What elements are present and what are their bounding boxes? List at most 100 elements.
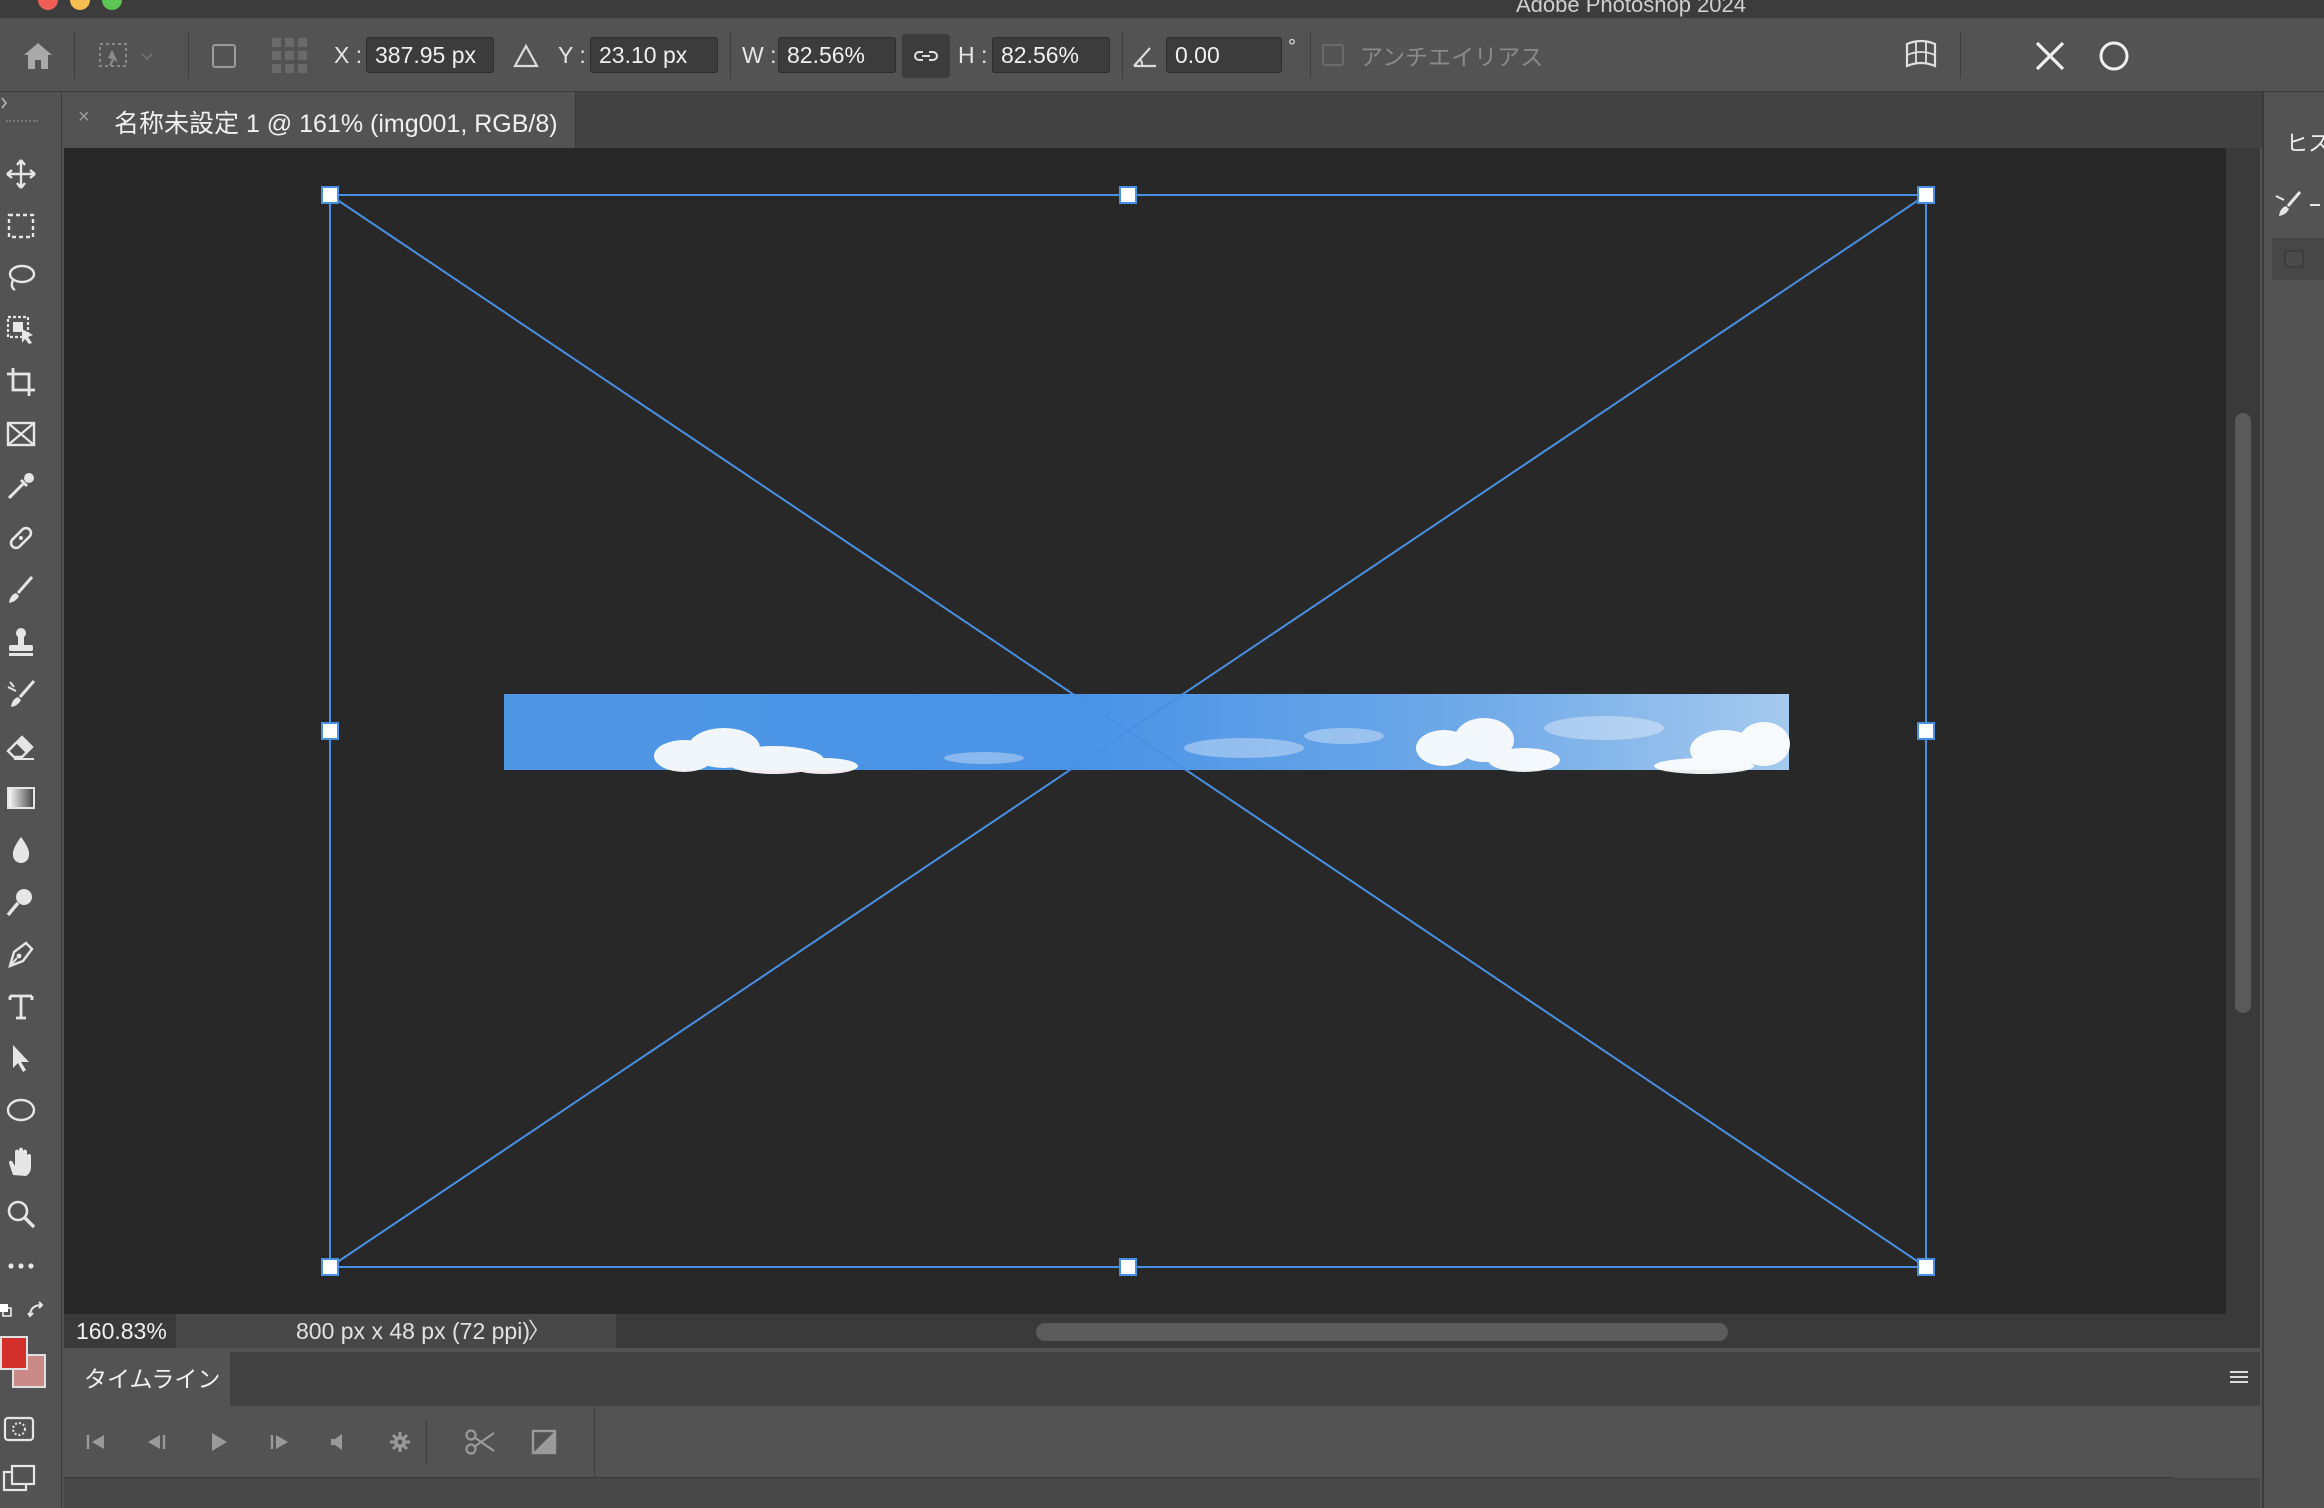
panel-menu-icon[interactable] — [2228, 1366, 2250, 1388]
handle-top-center[interactable] — [1119, 186, 1137, 204]
handle-middle-left[interactable] — [321, 722, 339, 740]
previous-frame-button[interactable] — [138, 1424, 174, 1460]
frame-tool[interactable] — [0, 412, 42, 456]
path-select-tool[interactable] — [0, 1036, 42, 1080]
timeline-controls — [64, 1406, 2174, 1478]
reference-point-checkbox[interactable] — [212, 44, 236, 68]
document-tab[interactable]: × 名称未設定 1 @ 161% (img001, RGB/8) — [64, 92, 576, 148]
x-position-field[interactable]: 387.95 px — [366, 37, 494, 73]
title-bar: Adobe Photoshop 2024 — [0, 0, 2324, 18]
blur-icon — [12, 837, 30, 863]
go-to-first-frame-button[interactable] — [78, 1424, 114, 1460]
ellipse-tool[interactable] — [0, 1088, 42, 1132]
separator — [730, 32, 731, 78]
zoom-tool[interactable] — [0, 1192, 42, 1236]
eraser-tool[interactable] — [0, 724, 42, 768]
close-tab-icon[interactable]: × — [78, 106, 90, 129]
history-brush-source-icon[interactable] — [2274, 188, 2320, 222]
handle-middle-right[interactable] — [1917, 722, 1935, 740]
history-brush-tool[interactable] — [0, 672, 42, 716]
minimize-window-button[interactable] — [70, 0, 90, 10]
link-icon — [914, 51, 938, 61]
play-button[interactable] — [200, 1424, 236, 1460]
vertical-scrollbar[interactable] — [2226, 148, 2260, 1314]
options-bar: X : 387.95 px Y : 23.10 px W : 82.56% H … — [0, 18, 2324, 92]
image-layer[interactable] — [504, 694, 1790, 774]
dodge-tool[interactable] — [0, 880, 42, 924]
lasso-tool[interactable] — [0, 256, 42, 300]
panel-collapse-icon[interactable] — [0, 96, 10, 110]
frame-icon — [6, 421, 36, 447]
healing-tool[interactable] — [0, 516, 42, 560]
horizontal-scroll-thumb[interactable] — [1036, 1323, 1728, 1341]
y-position-field[interactable]: 23.10 px — [590, 37, 718, 73]
pen-tool[interactable] — [0, 932, 42, 976]
timeline-tab[interactable]: タイムライン — [64, 1352, 230, 1406]
blur-tool[interactable] — [0, 828, 42, 872]
quick-mask-icon[interactable] — [2, 1414, 36, 1444]
transform-canvas — [321, 186, 1935, 1276]
height-field[interactable]: 82.56% — [992, 37, 1110, 73]
default-colors-icon[interactable] — [0, 1302, 12, 1318]
width-field[interactable]: 82.56% — [778, 37, 896, 73]
handle-bottom-left[interactable] — [321, 1258, 339, 1276]
zoom-level[interactable]: 160.83% — [64, 1314, 176, 1348]
separator — [1960, 32, 1961, 78]
handle-bottom-right[interactable] — [1917, 1258, 1935, 1276]
app-title: Adobe Photoshop 2024 — [1516, 0, 1746, 17]
cancel-transform-icon[interactable] — [2032, 38, 2068, 74]
zoom-icon — [7, 1200, 36, 1229]
hand-tool[interactable] — [0, 1140, 42, 1184]
timeline-track-area[interactable] — [64, 1478, 2260, 1508]
swap-colors-icon[interactable] — [26, 1300, 48, 1322]
type-tool[interactable] — [0, 984, 42, 1028]
play-icon — [212, 1433, 227, 1451]
home-icon[interactable] — [20, 38, 56, 74]
gear-icon — [390, 1432, 410, 1452]
next-frame-button[interactable] — [262, 1424, 298, 1460]
vertical-scroll-thumb[interactable] — [2235, 413, 2251, 1013]
brush-tool[interactable] — [0, 568, 42, 612]
separator — [188, 32, 189, 78]
separator — [1310, 32, 1311, 78]
canvas-area[interactable] — [64, 148, 2226, 1314]
speaker-icon — [331, 1434, 342, 1450]
document-info-menu-arrow[interactable]: 〉 — [528, 1314, 550, 1348]
close-window-button[interactable] — [38, 0, 58, 10]
audio-button[interactable] — [320, 1424, 356, 1460]
reference-point-grid-icon[interactable] — [270, 36, 310, 76]
split-at-playhead-button[interactable] — [462, 1424, 498, 1460]
link-aspect-button[interactable] — [902, 34, 950, 78]
gradient-tool[interactable] — [0, 776, 42, 820]
antialias-checkbox[interactable] — [1322, 44, 1344, 66]
eraser-icon — [6, 735, 34, 760]
screen-mode-icon[interactable] — [2, 1464, 38, 1494]
handle-top-right[interactable] — [1917, 186, 1935, 204]
tools-panel — [0, 92, 62, 1508]
rotate-angle-icon — [1133, 47, 1156, 68]
relative-position-icon[interactable] — [512, 42, 540, 70]
rotation-field[interactable]: 0.00 — [1166, 37, 1282, 73]
document-tab-title: 名称未設定 1 @ 161% (img001, RGB/8) — [114, 110, 558, 138]
eyedropper-tool[interactable] — [0, 464, 42, 508]
maximize-window-button[interactable] — [102, 0, 122, 10]
commit-transform-icon[interactable] — [2096, 38, 2132, 74]
move-tool[interactable] — [0, 152, 42, 196]
foreground-color-swatch[interactable] — [0, 1336, 28, 1370]
handle-bottom-center[interactable] — [1119, 1258, 1137, 1276]
warp-mode-icon[interactable] — [1902, 36, 1940, 74]
history-snapshot-thumb[interactable] — [2272, 238, 2324, 280]
more-tools[interactable] — [0, 1244, 42, 1288]
object-select-tool[interactable] — [0, 308, 42, 352]
marquee-tool[interactable] — [0, 204, 42, 248]
hand-icon — [9, 1147, 31, 1176]
transform-tool-icon[interactable] — [96, 38, 158, 74]
handle-top-left[interactable] — [321, 186, 339, 204]
antialias-label[interactable]: アンチエイリアス — [1360, 18, 1543, 92]
transition-button[interactable] — [526, 1424, 562, 1460]
stamp-tool[interactable] — [0, 620, 42, 664]
playback-settings-button[interactable] — [382, 1424, 418, 1460]
history-panel-tab[interactable]: ヒス — [2286, 126, 2324, 158]
panel-grip[interactable] — [6, 120, 38, 124]
crop-tool[interactable] — [0, 360, 42, 404]
